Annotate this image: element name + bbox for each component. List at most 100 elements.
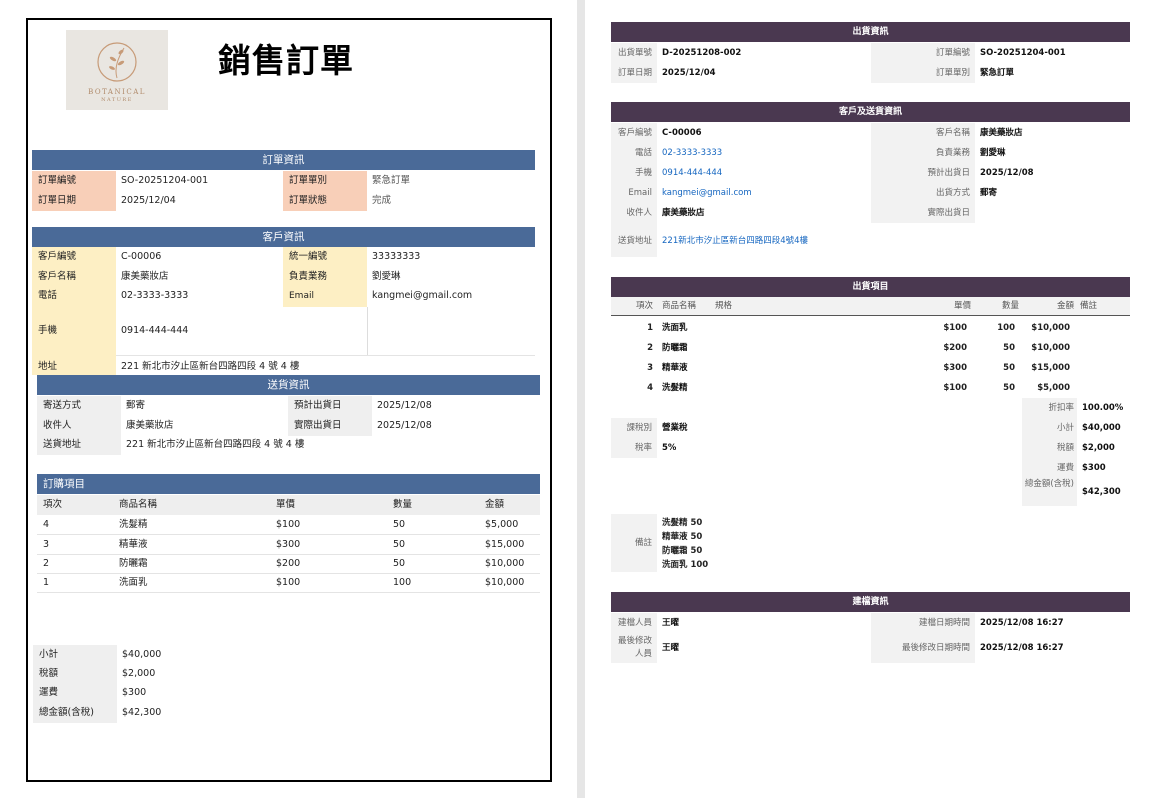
remarks-line: 洗髮精 50 xyxy=(662,518,703,528)
column-header: 數量 xyxy=(393,499,413,510)
customer-shipping-header: 客戶及送貨資訊 xyxy=(611,102,1130,122)
ship-address-value: 221 新北市汐止區新台四路四段 4 號 4 樓 xyxy=(126,439,305,450)
planned-ship-date-label: 預計出貨日 xyxy=(871,163,975,183)
item-price: $200 xyxy=(276,558,301,569)
mobile-link[interactable]: 0914-444-444 xyxy=(657,163,871,183)
mobile-label: 手機 xyxy=(38,325,58,336)
audit-info-header: 建檔資訊 xyxy=(611,592,1130,612)
order-date-label: 訂單日期 xyxy=(32,191,116,211)
item-amount: $5,000 xyxy=(485,519,519,530)
customer-id-label: 客戶編號 xyxy=(38,251,77,262)
shipment-number-label: 出貨單號 xyxy=(611,43,657,63)
item-name: 洗髮精 xyxy=(662,383,688,393)
item-qty: 50 xyxy=(1003,363,1015,373)
item-no: 4 xyxy=(647,383,653,393)
item-qty: 50 xyxy=(393,519,406,530)
customer-info-header: 客戶資訊 xyxy=(32,227,535,247)
item-qty: 100 xyxy=(393,577,412,588)
tax-type-value: 營業稅 xyxy=(662,423,688,433)
modified-datetime-value: 2025/12/08 16:27 xyxy=(980,643,1064,653)
item-name: 精華液 xyxy=(119,539,148,550)
item-qty: 50 xyxy=(393,558,406,569)
tax-rate-label: 稅率 xyxy=(611,438,657,458)
order-number-label: 訂單編號 xyxy=(32,171,116,191)
order-type-value: 緊急訂單 xyxy=(372,175,411,186)
item-no: 2 xyxy=(647,343,653,353)
customer-id-value: C-00006 xyxy=(121,251,162,262)
sales-order-page: BOTANICAL NATURE 銷售訂單 訂單資訊 訂單編號 SO-20251… xyxy=(0,0,577,798)
remarks-label: 備註 xyxy=(634,538,652,548)
item-amount: $10,000 xyxy=(1031,343,1070,353)
order-number-value: SO-20251204-001 xyxy=(121,175,209,186)
phone-link[interactable]: 02-3333-3333 xyxy=(657,143,871,163)
created-datetime-label: 建檔日期時間 xyxy=(871,613,975,633)
tax-label: 稅額 xyxy=(1056,443,1074,453)
address-label: 地址 xyxy=(38,361,58,372)
ship-address-label: 送貨地址 xyxy=(617,236,652,246)
shipping-items-header: 出貨項目 xyxy=(611,277,1130,297)
column-header: 商品名稱 xyxy=(119,499,158,510)
item-qty: 50 xyxy=(1003,343,1015,353)
item-price: $300 xyxy=(943,363,967,373)
order-number-value: SO-20251204-001 xyxy=(980,48,1066,58)
divider xyxy=(116,355,535,356)
remarks-line: 防曬霜 50 xyxy=(662,546,703,556)
order-date-value: 2025/12/04 xyxy=(121,195,176,206)
item-no: 2 xyxy=(43,558,50,569)
item-name: 洗髮精 xyxy=(119,519,148,530)
item-price: $100 xyxy=(943,323,967,333)
mobile-value: 0914-444-444 xyxy=(121,325,189,336)
customer-name-value: 康美藥妝店 xyxy=(121,271,169,282)
recipient-value: 康美藥妝店 xyxy=(126,420,174,431)
item-no: 3 xyxy=(647,363,653,373)
delivery-method-label: 出貨方式 xyxy=(871,183,975,203)
actual-ship-date-value: 2025/12/08 xyxy=(377,420,432,431)
actual-ship-date-label: 實際出貨日 xyxy=(871,203,975,223)
ship-address-link[interactable]: 221新北市汐止區新台四路四段4號4樓 xyxy=(657,231,1130,251)
item-price: $100 xyxy=(276,577,301,588)
tax-value: $2,000 xyxy=(1082,443,1115,453)
customer-id-label: 客戶編號 xyxy=(611,123,657,143)
logo-wordmark: BOTANICAL xyxy=(88,88,146,96)
customer-name-label: 客戶名稱 xyxy=(38,271,77,282)
address-value: 221 新北市汐止區新台四路四段 4 號 4 樓 xyxy=(121,361,300,372)
discount-label: 折扣率 xyxy=(1048,403,1074,413)
freight-label: 運費 xyxy=(1056,463,1074,473)
creator-label: 建檔人員 xyxy=(611,613,657,633)
divider xyxy=(367,307,368,355)
tax-id-value: 33333333 xyxy=(372,251,421,262)
column-header: 單價 xyxy=(276,499,296,510)
shipping-info-header: 送貨資訊 xyxy=(37,375,540,395)
tax-label: 稅額 xyxy=(33,664,117,684)
column-header: 備註 xyxy=(1080,301,1098,311)
planned-ship-date-label: 預計出貨日 xyxy=(288,396,372,416)
column-header: 項次 xyxy=(43,499,63,510)
sales-rep-value: 劉愛琳 xyxy=(372,271,401,282)
subtotal-label: 小計 xyxy=(33,645,117,665)
email-link[interactable]: kangmei@gmail.com xyxy=(657,183,871,203)
delivery-method-value: 郵寄 xyxy=(126,400,146,411)
item-no: 4 xyxy=(43,519,50,530)
item-name: 精華液 xyxy=(662,363,688,373)
delivery-method-value: 郵寄 xyxy=(980,188,998,198)
item-amount: $10,000 xyxy=(1031,323,1070,333)
column-header: 項次 xyxy=(635,301,653,311)
modifier-value: 王曜 xyxy=(662,643,680,653)
order-date-value: 2025/12/04 xyxy=(662,68,716,78)
modified-datetime-label: 最後修改日期時間 xyxy=(901,643,970,653)
logo-tagline: NATURE xyxy=(101,97,133,103)
page-title: 銷售訂單 xyxy=(218,41,354,80)
tax-type-label: 課稅別 xyxy=(611,418,657,438)
item-price: $300 xyxy=(276,539,301,550)
column-header: 金額 xyxy=(485,499,505,510)
total-value: $42,300 xyxy=(122,707,162,718)
recipient-label: 收件人 xyxy=(611,203,657,223)
customer-id-value: C-00006 xyxy=(662,128,702,138)
order-info-header: 訂單資訊 xyxy=(32,150,535,170)
customer-name-value: 康美藥妝店 xyxy=(980,128,1023,138)
email-value: kangmei@gmail.com xyxy=(372,290,473,301)
item-qty: 100 xyxy=(997,323,1015,333)
sales-rep-label: 負責業務 xyxy=(871,143,975,163)
column-header: 規格 xyxy=(715,301,733,311)
shipping-info-header: 出貨資訊 xyxy=(611,22,1130,42)
